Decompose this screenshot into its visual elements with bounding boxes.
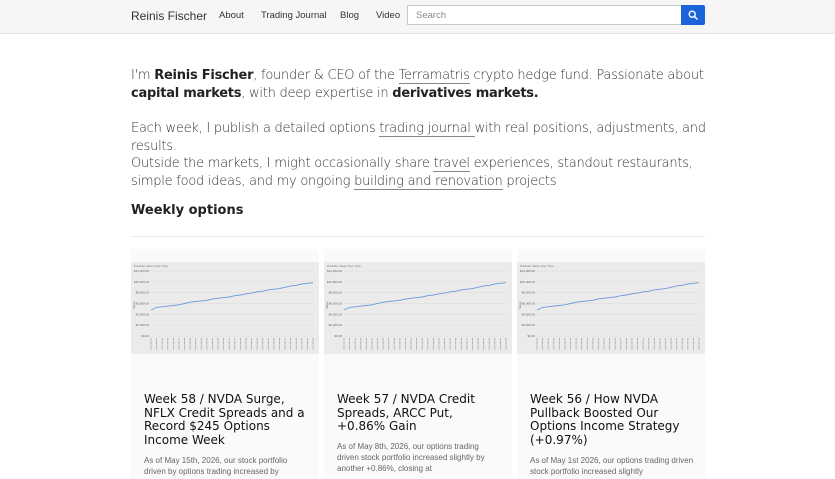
intro-text: projects xyxy=(502,174,557,189)
chart-title: Portfolio Value Over Time xyxy=(327,264,361,268)
capital-markets-emphasis: capital markets xyxy=(131,86,242,101)
chart-y-tick-label: $8,000.00 xyxy=(522,291,536,295)
chart-y-axis-label: Value xyxy=(325,301,329,309)
intro-paragraph-about: I'm Reinis Fischer, founder & CEO of the… xyxy=(131,67,711,103)
chart-y-tick-label: $10,000.00 xyxy=(327,280,342,284)
chart-y-tick-label: $2,000.00 xyxy=(522,323,536,327)
intro-text: , with deep expertise in xyxy=(241,86,393,101)
chart-title: Portfolio Value Over Time xyxy=(134,264,168,268)
chart-title: Portfolio Value Over Time xyxy=(520,264,554,268)
intro-paragraph-interests: Outside the markets, I might occasionall… xyxy=(131,155,711,191)
intro-text: Each week, I publish a detailed options xyxy=(131,121,380,136)
post-excerpt: As of May 8th, 2026, our options trading… xyxy=(337,442,485,473)
nav-link-about[interactable]: About xyxy=(219,10,244,21)
chart-y-tick-label: $2,000.00 xyxy=(136,323,150,327)
chart-y-tick-label: $4,000.00 xyxy=(136,312,150,316)
chart-y-tick-label: $6,000.00 xyxy=(136,302,150,306)
chart-y-tick-label: $0.00 xyxy=(334,334,342,338)
chart-y-tick-label: $4,000.00 xyxy=(329,312,343,316)
chart-y-tick-label: $4,000.00 xyxy=(522,312,536,316)
intro-text: Outside the markets, I might occasionall… xyxy=(131,156,434,171)
building-renovation-link[interactable]: building and renovation xyxy=(354,174,503,190)
intro-text: , founder & CEO of the xyxy=(253,68,399,83)
post-title[interactable]: Week 57 / NVDA Credit Spreads, ARCC Put,… xyxy=(337,392,502,434)
chart-y-tick-label: $12,000.00 xyxy=(520,269,535,273)
trading-journal-link[interactable]: trading journal xyxy=(379,121,475,137)
chart-y-tick-label: $8,000.00 xyxy=(329,291,343,295)
intro-paragraph-journal: Each week, I publish a detailed options … xyxy=(131,120,711,156)
search-icon xyxy=(688,10,698,20)
chart-y-tick-label: $6,000.00 xyxy=(329,302,343,306)
nav-link-blog[interactable]: Blog xyxy=(340,10,359,21)
site-brand-link[interactable]: Reinis Fischer xyxy=(131,9,207,23)
post-excerpt: As of May 15th, 2026, our stock portfoli… xyxy=(144,456,288,476)
chart-y-tick-label: $10,000.00 xyxy=(520,280,535,284)
section-divider xyxy=(131,236,705,237)
terramatris-link[interactable]: Terramatris xyxy=(398,68,470,84)
post-title[interactable]: Week 58 / NVDA Surge, NFLX Credit Spread… xyxy=(144,392,309,447)
portfolio-chart-thumbnail: Portfolio Value Over Time$12,000.00 $10,0… xyxy=(517,262,705,354)
chart-series-line xyxy=(343,282,507,311)
travel-link[interactable]: travel xyxy=(433,156,470,172)
weekly-options-heading: Weekly options xyxy=(131,203,244,218)
author-name: Reinis Fischer xyxy=(154,68,254,83)
chart-y-tick-label: $10,000.00 xyxy=(134,280,149,284)
nav-link-trading-journal[interactable]: Trading Journal xyxy=(261,10,327,21)
chart-y-tick-label: $12,000.00 xyxy=(134,269,149,273)
chart-y-tick-label: $2,000.00 xyxy=(329,323,343,327)
chart-y-tick-label: $12,000.00 xyxy=(327,269,342,273)
search-input[interactable] xyxy=(407,5,681,25)
chart-y-tick-label: $8,000.00 xyxy=(136,291,150,295)
chart-y-axis-label: Value xyxy=(132,301,136,309)
portfolio-chart-thumbnail: Portfolio Value Over Time$12,000.00 $10,0… xyxy=(131,262,319,354)
chart-series-line xyxy=(150,282,314,311)
intro-text: I'm xyxy=(131,68,155,83)
top-navigation-bar: Reinis Fischer About Trading Journal Blo… xyxy=(0,0,835,34)
chart-y-tick-label: $0.00 xyxy=(141,334,149,338)
chart-y-axis-label: Value xyxy=(518,301,522,309)
portfolio-chart-thumbnail: Portfolio Value Over Time$12,000.00 $10,0… xyxy=(324,262,512,354)
post-card-week-58[interactable]: Portfolio Value Over Time $12,000.00 $10,0… xyxy=(131,249,319,479)
chart-y-tick-label: $6,000.00 xyxy=(522,302,536,306)
search-button[interactable] xyxy=(681,5,705,25)
post-card-week-57[interactable]: Portfolio Value Over Time $12,000.00 $10,0… xyxy=(324,249,512,479)
derivatives-markets-emphasis: derivatives markets. xyxy=(392,86,539,101)
post-card-week-56[interactable]: Portfolio Value Over Time $12,000.00 $10,0… xyxy=(517,249,705,479)
chart-y-tick-label: $0.00 xyxy=(527,334,535,338)
nav-link-video[interactable]: Video xyxy=(376,10,400,21)
post-title[interactable]: Week 56 / How NVDA Pullback Boosted Our … xyxy=(530,392,695,447)
chart-series-line xyxy=(536,282,700,311)
intro-text: crypto hedge fund. Passionate about xyxy=(469,68,704,83)
post-excerpt: As of May 1st 2026, our options trading … xyxy=(530,456,694,476)
